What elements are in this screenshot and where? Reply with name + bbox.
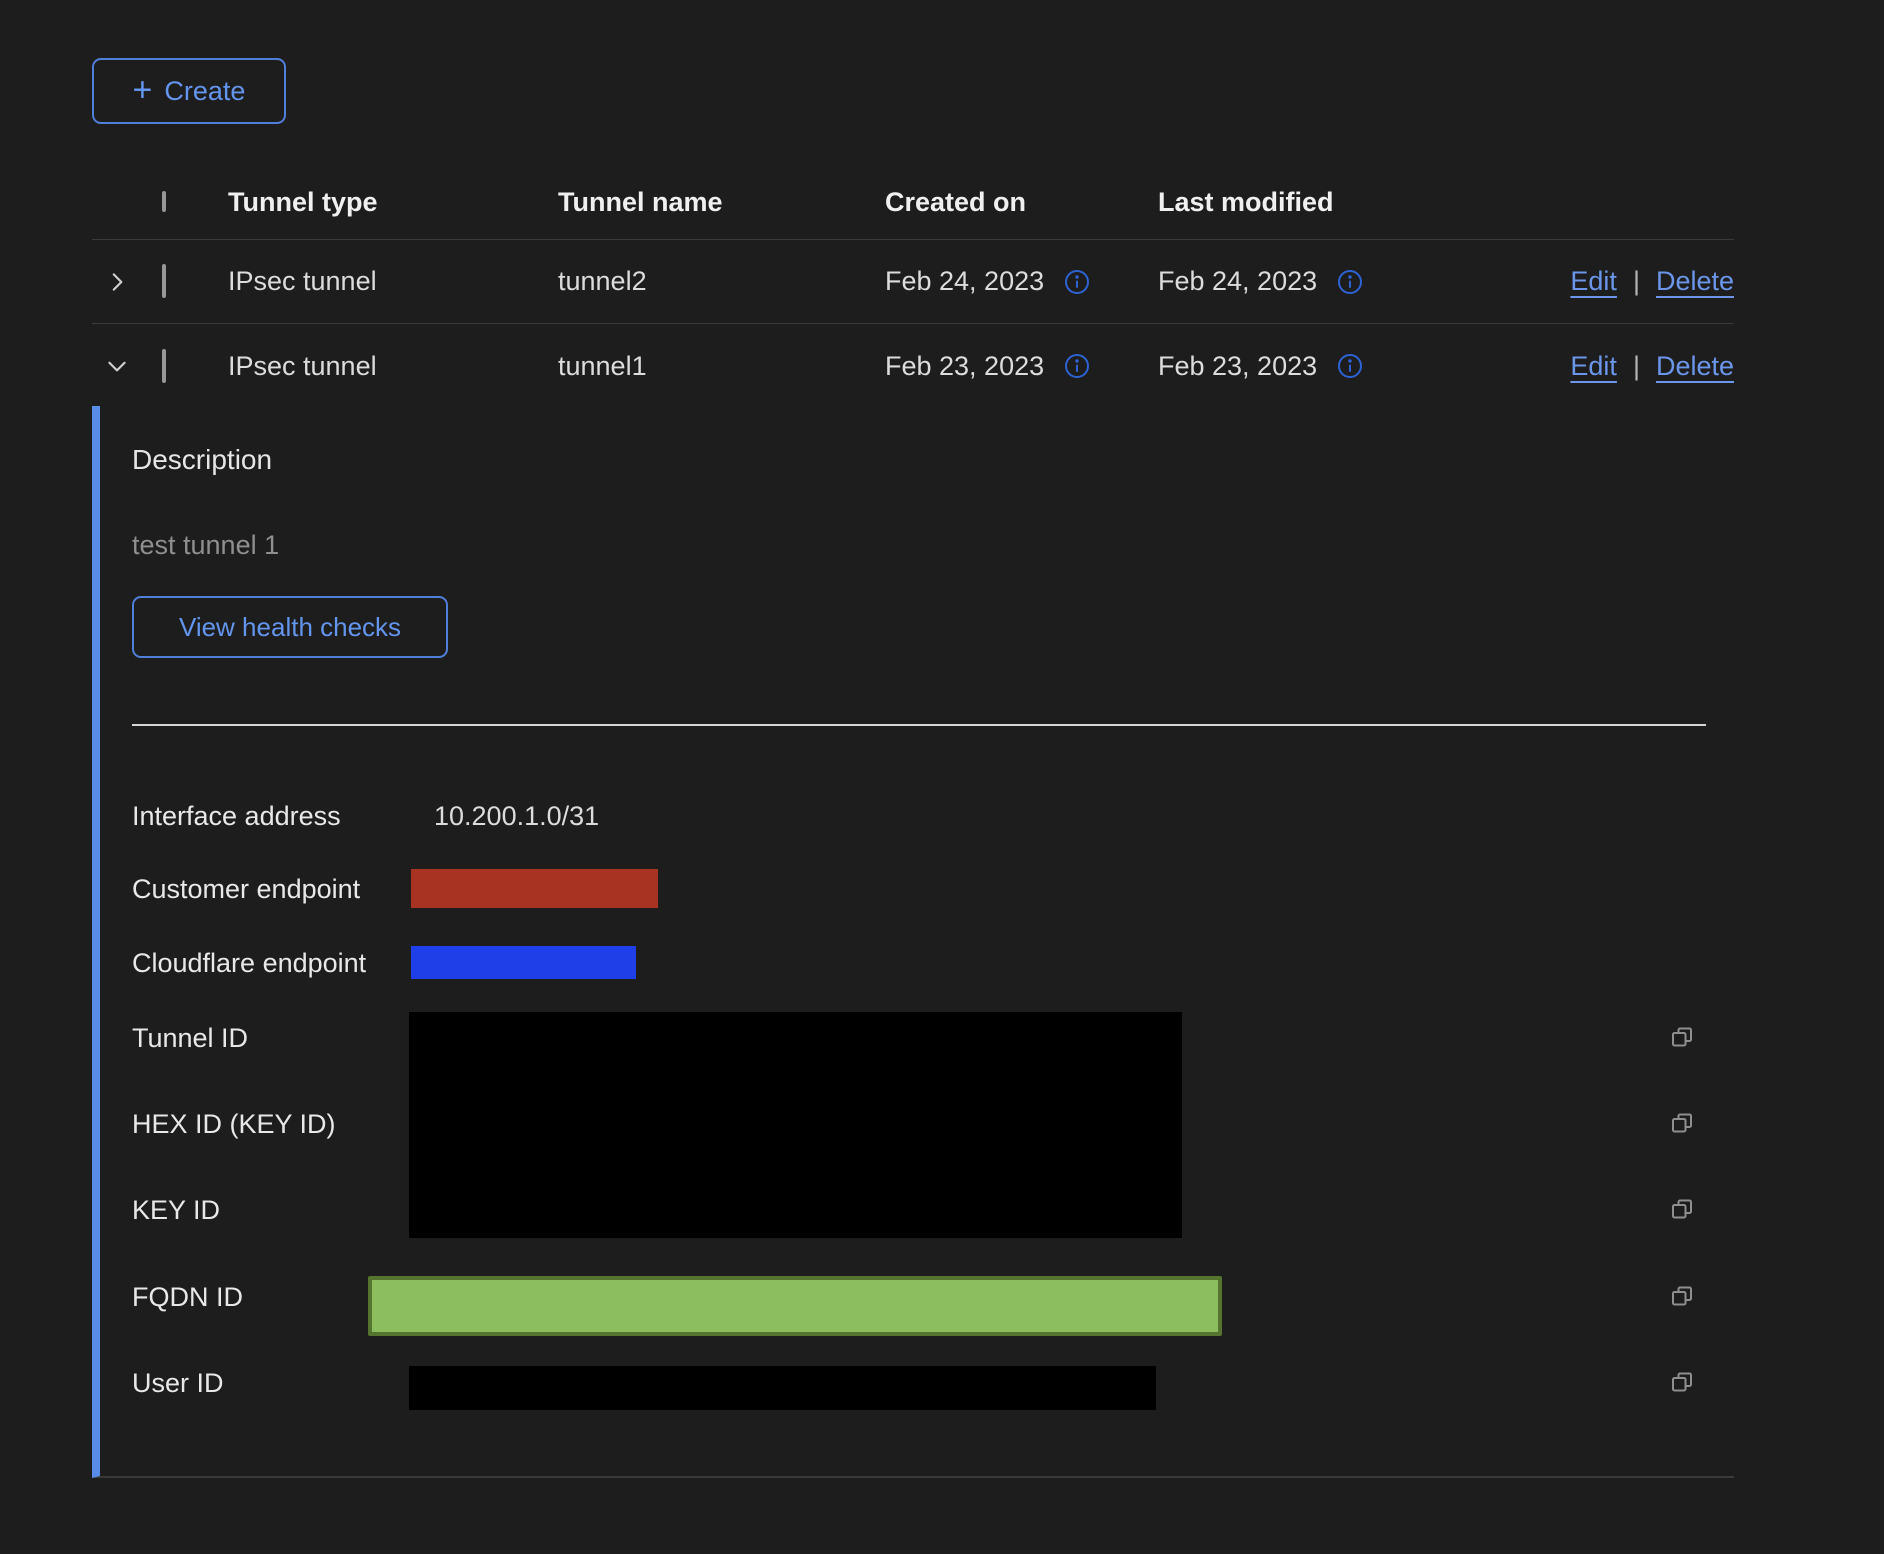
table-header-row: Tunnel type Tunnel name Created on Last … — [92, 165, 1734, 240]
info-icon[interactable] — [1337, 353, 1363, 379]
created-on-value: Feb 23, 2023 — [885, 351, 1044, 382]
field-row: FQDN ID — [132, 1273, 243, 1321]
tunnel-ids-redaction — [409, 1012, 1182, 1238]
tunnel-name-value: tunnel1 — [558, 351, 885, 382]
divider — [132, 724, 1706, 726]
last-modified-value: Feb 24, 2023 — [1158, 266, 1317, 297]
tunnel-detail-panel: Description test tunnel 1 View health ch… — [92, 406, 1734, 1478]
field-row: Tunnel ID — [132, 1014, 248, 1062]
info-icon[interactable] — [1337, 269, 1363, 295]
select-all-checkbox[interactable] — [162, 191, 166, 212]
field-row: HEX ID (KEY ID) — [132, 1100, 336, 1148]
copy-icon[interactable] — [1668, 1196, 1696, 1224]
row-checkbox[interactable] — [162, 349, 166, 383]
description-label: Description — [132, 444, 272, 476]
field-row: User ID — [132, 1359, 224, 1407]
field-row: KEY ID — [132, 1186, 220, 1234]
edit-link[interactable]: Edit — [1570, 351, 1617, 382]
hex-id-label: HEX ID (KEY ID) — [132, 1109, 336, 1140]
info-icon[interactable] — [1064, 269, 1090, 295]
table-row: IPsec tunnel tunnel2 Feb 24, 2023 Feb 24… — [92, 240, 1734, 324]
chevron-down-icon[interactable] — [104, 353, 130, 379]
plus-icon: + — [133, 73, 153, 107]
chevron-right-icon[interactable] — [104, 269, 130, 295]
tunnels-page: { "colors": { "background": "#1d1d1e", "… — [0, 0, 1884, 1554]
view-health-checks-button[interactable]: View health checks — [132, 596, 448, 658]
table-row: IPsec tunnel tunnel1 Feb 23, 2023 Feb 23… — [92, 324, 1734, 408]
cloudflare-endpoint-label: Cloudflare endpoint — [132, 948, 366, 979]
field-row: Customer endpoint — [132, 865, 360, 913]
copy-icon[interactable] — [1668, 1110, 1696, 1138]
header-created-on: Created on — [885, 187, 1158, 218]
create-button[interactable]: + Create — [92, 58, 286, 124]
tunnel-type-value: IPsec tunnel — [228, 266, 558, 297]
cloudflare-endpoint-redaction — [411, 946, 636, 979]
actions-separator: | — [1633, 351, 1640, 382]
interface-address-label: Interface address — [132, 801, 341, 832]
fqdn-id-redaction — [368, 1276, 1222, 1336]
row-checkbox[interactable] — [162, 264, 166, 298]
last-modified-value: Feb 23, 2023 — [1158, 351, 1317, 382]
created-on-value: Feb 24, 2023 — [885, 266, 1044, 297]
tunnel-id-label: Tunnel ID — [132, 1023, 248, 1054]
customer-endpoint-redaction — [411, 869, 658, 908]
user-id-label: User ID — [132, 1368, 224, 1399]
fqdn-id-label: FQDN ID — [132, 1282, 243, 1313]
customer-endpoint-label: Customer endpoint — [132, 874, 360, 905]
copy-icon[interactable] — [1668, 1024, 1696, 1052]
header-tunnel-type: Tunnel type — [228, 187, 558, 218]
interface-address-value: 10.200.1.0/31 — [434, 801, 599, 832]
key-id-label: KEY ID — [132, 1195, 220, 1226]
info-icon[interactable] — [1064, 353, 1090, 379]
delete-link[interactable]: Delete — [1656, 351, 1734, 382]
field-row: Interface address 10.200.1.0/31 — [132, 792, 341, 840]
copy-icon[interactable] — [1668, 1369, 1696, 1397]
tunnel-type-value: IPsec tunnel — [228, 351, 558, 382]
tunnel-name-value: tunnel2 — [558, 266, 885, 297]
user-id-redaction — [409, 1366, 1156, 1410]
tunnels-table: Tunnel type Tunnel name Created on Last … — [92, 165, 1734, 408]
header-last-modified: Last modified — [1158, 187, 1539, 218]
delete-link[interactable]: Delete — [1656, 266, 1734, 297]
edit-link[interactable]: Edit — [1570, 266, 1617, 297]
copy-icon[interactable] — [1668, 1283, 1696, 1311]
create-button-label: Create — [164, 76, 245, 107]
description-value: test tunnel 1 — [132, 530, 279, 561]
actions-separator: | — [1633, 266, 1640, 297]
header-tunnel-name: Tunnel name — [558, 187, 885, 218]
field-row: Cloudflare endpoint — [132, 939, 366, 987]
